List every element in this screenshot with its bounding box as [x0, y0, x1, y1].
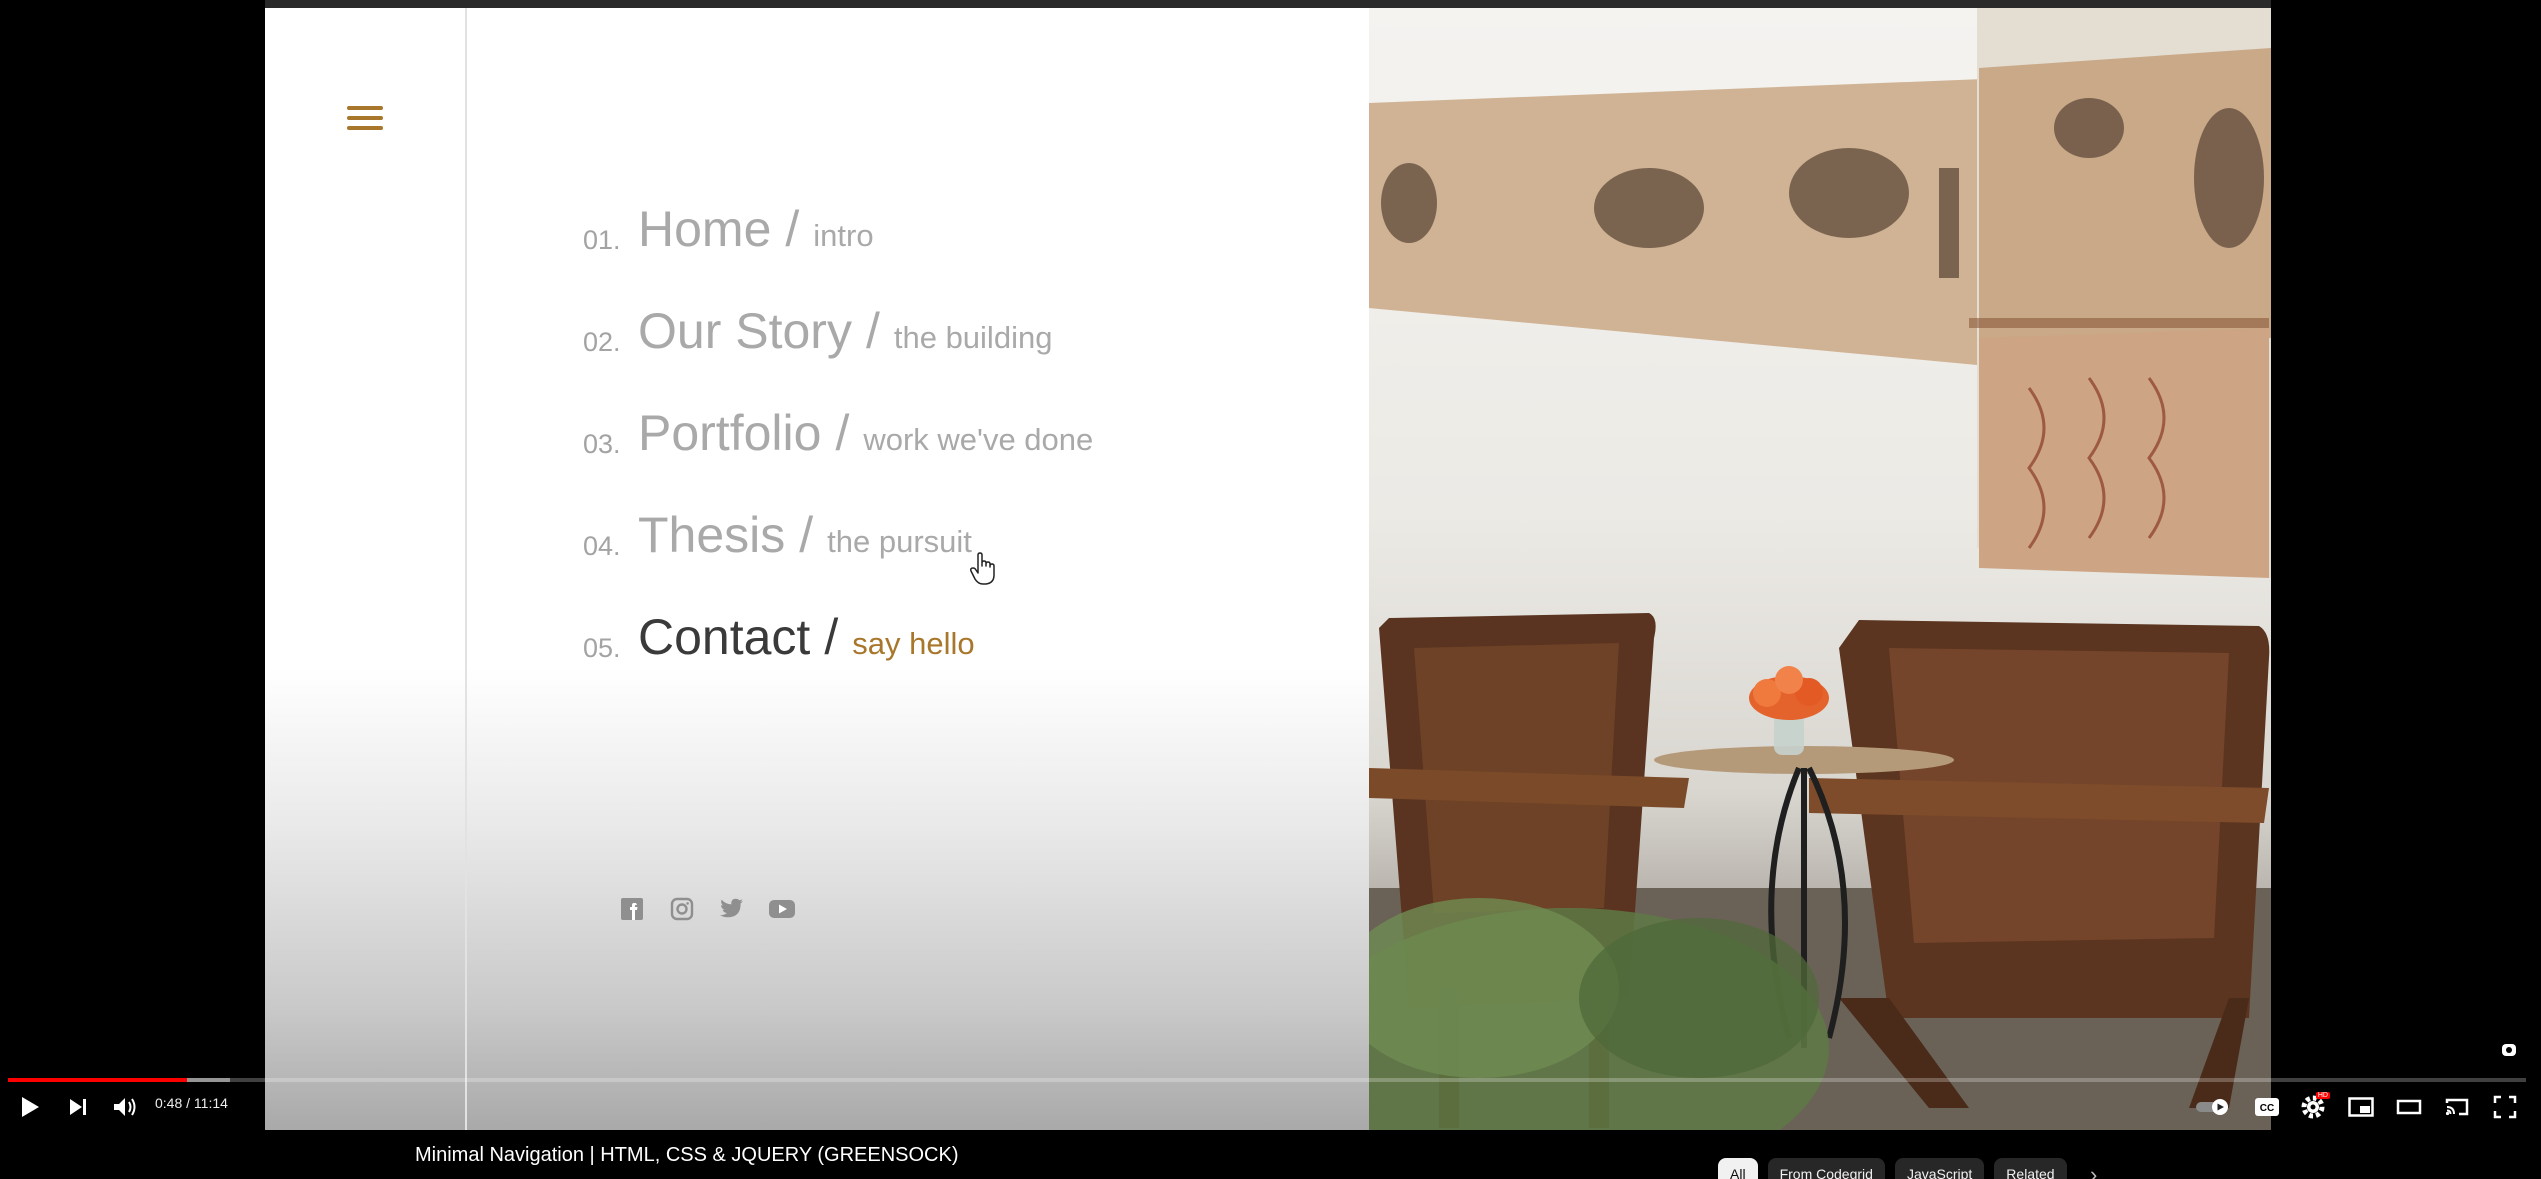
progress-played — [8, 1078, 187, 1082]
video-top-edge — [265, 0, 2271, 8]
svg-text:CC: CC — [2260, 1103, 2274, 1114]
menu-item-subtitle: the building — [893, 320, 1053, 355]
menu-item-separator: / — [799, 507, 814, 563]
hand-cursor-icon — [970, 552, 995, 585]
menu-item-number: 04. — [583, 531, 621, 561]
settings-badge: HD — [2315, 1092, 2330, 1099]
menu-item-separator: / — [865, 303, 880, 359]
chevron-right-icon[interactable]: › — [2090, 1162, 2097, 1179]
chip-from-codegrid[interactable]: From Codegrid — [1767, 1158, 1885, 1179]
social-links — [617, 894, 797, 924]
chip-all[interactable]: All — [1718, 1158, 1758, 1179]
menu-item-title: Portfolio — [638, 405, 822, 461]
hamburger-menu-icon[interactable] — [347, 106, 383, 132]
chip-javascript[interactable]: JavaScript — [1894, 1158, 1985, 1179]
menu-item-title: Thesis — [638, 507, 786, 563]
menu-item-title: Home — [638, 201, 772, 257]
settings-icon[interactable]: HD — [2298, 1092, 2330, 1120]
menu-item-title: Our Story — [638, 303, 852, 359]
captions-icon[interactable]: CC — [2252, 1096, 2282, 1118]
play-icon[interactable] — [16, 1094, 44, 1120]
chip-related[interactable]: Related — [1994, 1158, 2067, 1179]
video-frame[interactable]: 01. Home / intro 02. Our Story / the buildin… — [265, 8, 2271, 1130]
menu-item-subtitle: intro — [813, 218, 874, 253]
twitter-icon[interactable] — [717, 894, 747, 924]
menu-item-separator: / — [785, 201, 800, 257]
menu-item-number: 05. — [583, 633, 621, 663]
volume-icon[interactable] — [110, 1094, 140, 1120]
autoplay-toggle[interactable] — [2194, 1096, 2232, 1118]
menu-item-title-row: Portfolio / work we've done — [638, 404, 1093, 462]
menu-item-separator: / — [835, 405, 850, 461]
menu-item-number: 01. — [583, 225, 621, 255]
progress-bar[interactable] — [8, 1078, 2526, 1082]
menu-item-title-row: Contact / say hello — [638, 608, 975, 666]
menu-item-subtitle: say hello — [852, 626, 975, 661]
recommendation-chips: All From Codegrid JavaScript Related — [1718, 1158, 2067, 1179]
annotation-indicator-icon — [2500, 1042, 2518, 1058]
menu-item-title-row: Our Story / the building — [638, 302, 1052, 360]
youtube-icon[interactable] — [767, 894, 797, 924]
menu-item-title: Contact — [638, 609, 811, 665]
nav-sidebar — [265, 8, 467, 1130]
time-display: 0:48 / 11:14 — [155, 1095, 228, 1111]
theater-mode-icon[interactable] — [2394, 1096, 2424, 1118]
menu-item-number: 02. — [583, 327, 621, 357]
menu-item-subtitle: the pursuit — [827, 524, 972, 559]
instagram-icon[interactable] — [667, 894, 697, 924]
miniplayer-icon[interactable] — [2346, 1096, 2376, 1118]
fullscreen-icon[interactable] — [2490, 1094, 2520, 1120]
next-icon[interactable] — [64, 1094, 92, 1120]
video-title[interactable]: Minimal Navigation | HTML, CSS & JQUERY … — [415, 1144, 958, 1167]
navigation-overlay: 01. Home / intro 02. Our Story / the buildin… — [265, 8, 1369, 1130]
interior-photo — [1369, 8, 2271, 1130]
menu-item-number: 03. — [583, 429, 621, 459]
menu-item-subtitle: work we've done — [863, 422, 1094, 457]
cast-icon[interactable] — [2442, 1096, 2472, 1118]
facebook-icon[interactable] — [617, 894, 647, 924]
menu-item-title-row: Home / intro — [638, 200, 874, 258]
menu-item-title-row: Thesis / the pursuit — [638, 506, 972, 564]
menu-item-separator: / — [824, 609, 839, 665]
